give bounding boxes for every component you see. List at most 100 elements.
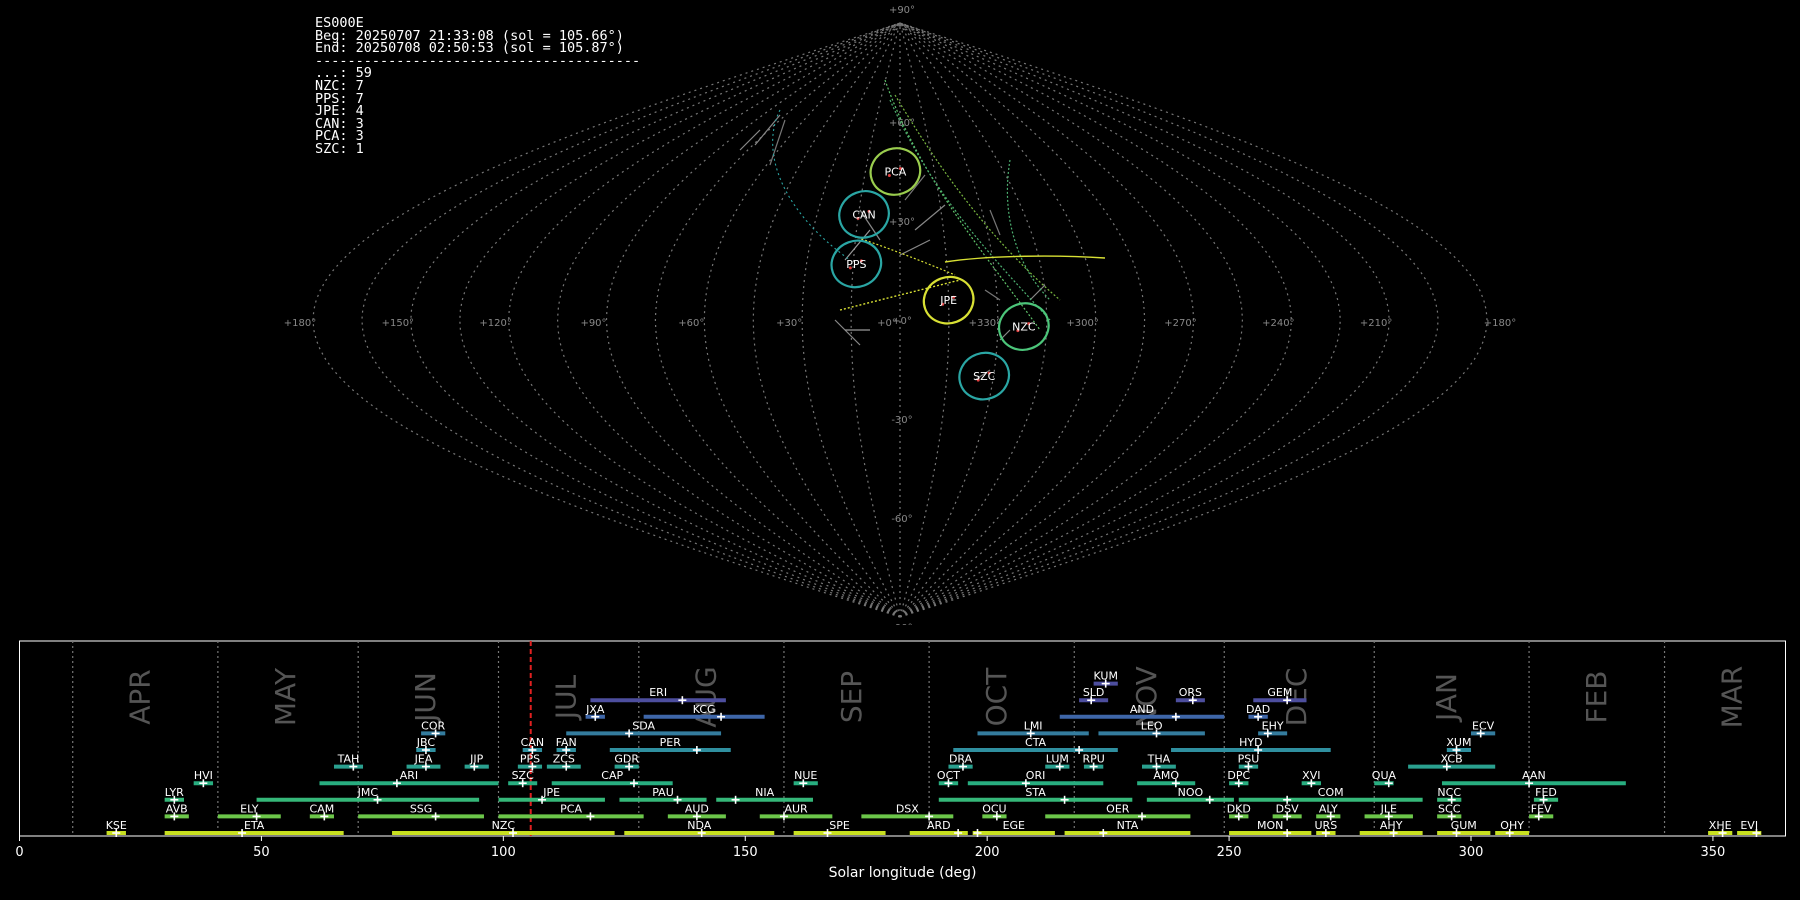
shower-bar-group: PSU [1238, 753, 1260, 771]
shower-bar-group: ALY [1316, 802, 1341, 821]
shower-label: PPS [520, 753, 540, 766]
radiant-group: PCA CAN PPS JPE NZC SZC [830, 147, 1050, 401]
month-label: JUN [409, 672, 442, 724]
meteor-track [914, 204, 946, 231]
shower-bar-group: CAN [521, 736, 544, 754]
shower-label: LYR [165, 786, 184, 799]
shower-bar-group: NUE [793, 769, 818, 788]
shower-label: SZC [512, 769, 535, 782]
shower-label: SDA [632, 719, 655, 732]
x-tick-label: 0 [15, 845, 23, 860]
x-tick-label: 200 [975, 845, 1000, 860]
shower-label: FED [1535, 786, 1557, 799]
shower-label: CAP [601, 769, 623, 782]
shower-label: ORS [1179, 686, 1202, 699]
shower-label: RPU [1082, 753, 1104, 766]
shower-label: ECV [1472, 719, 1495, 732]
shower-label: LEO [1141, 719, 1163, 732]
shower-bar-group: JXA [585, 703, 605, 721]
ra-tick-label: +30° [776, 318, 802, 329]
shower-label: JPE [542, 786, 560, 799]
shower-label: GDR [614, 753, 639, 766]
shower-bar-group: XUM [1446, 736, 1471, 754]
shower-label: NTA [1117, 819, 1139, 832]
shower-bar-group: XHE [1708, 819, 1733, 837]
shower-bar-group: PPS [517, 753, 543, 771]
ra-tick-label: +300° [1066, 318, 1098, 329]
shower-bar-group: LUM [1045, 753, 1070, 771]
shower-label: ERI [649, 686, 667, 699]
shower-label: PCA [560, 802, 582, 815]
shower-bar-group: FEV [1529, 802, 1554, 821]
shower-bar-group: EVI [1737, 819, 1762, 837]
shower-label: NDA [687, 819, 712, 832]
shower-label: HYD [1239, 736, 1262, 749]
shower-label: CAM [310, 802, 335, 815]
radiant-label: CAN [852, 208, 875, 221]
meteor-track [894, 94, 1061, 301]
shower-bar-group: EHY [1258, 719, 1288, 738]
radiant-label: NZC [1012, 321, 1036, 334]
month-label: APR [124, 669, 157, 725]
shower-label: QUA [1372, 769, 1397, 782]
shower-label: DSX [896, 802, 919, 815]
shower-label: NZC [492, 819, 516, 832]
shower-label: DKD [1227, 802, 1251, 815]
shower-label: JMC [357, 786, 379, 799]
shower-bar-group: DPC [1227, 769, 1250, 788]
x-tick-label: 150 [733, 845, 758, 860]
shower-label: PSU [1238, 753, 1260, 766]
ra-tick-label: +60° [678, 318, 704, 329]
shower-bar-group: GDR [614, 753, 639, 771]
shower-bar-group: DSV [1272, 802, 1302, 821]
shower-label: ORI [1026, 769, 1046, 782]
shower-label: SCC [1438, 802, 1461, 815]
shower-label: THA [1147, 753, 1171, 766]
meteor-track [899, 239, 931, 256]
shower-label: STA [1025, 786, 1046, 799]
shower-bar-group: XVI [1301, 769, 1322, 788]
month-label: JUL [549, 674, 582, 721]
shower-label: JIP [469, 753, 483, 766]
shower-label: DPC [1227, 769, 1250, 782]
shower-label: KSE [106, 819, 127, 832]
meteor-tracks [739, 79, 1106, 381]
x-axis-label: Solar longitude (deg) [829, 865, 977, 881]
shower-bar-group: ORS [1175, 686, 1205, 705]
shower-label: EGE [1003, 819, 1025, 832]
shower-label: DSV [1276, 802, 1299, 815]
ra-tick-label: +90° [580, 318, 606, 329]
shower-bar-group: RPU [1082, 753, 1105, 771]
shower-bar-group: HVI [193, 769, 214, 788]
shower-bar-group: LYR [164, 786, 184, 804]
shower-label: COR [421, 719, 445, 732]
shower-label: OHY [1500, 819, 1524, 832]
shower-label: AMO [1153, 769, 1179, 782]
month-label: SEP [835, 671, 868, 723]
meteor-track [772, 109, 851, 261]
shower-label: AUD [685, 802, 709, 815]
x-tick-label: 300 [1459, 845, 1484, 860]
shower-label: LMI [1024, 719, 1043, 732]
shower-label: DRA [949, 753, 973, 766]
ra-gridline [361, 22, 901, 618]
shower-label: OER [1106, 802, 1130, 815]
meteor-track [904, 174, 926, 201]
shower-bar-group: DAD [1246, 703, 1270, 721]
meteor-track [739, 129, 761, 151]
shower-label: CTA [1025, 736, 1047, 749]
meteor-track [989, 209, 1001, 236]
month-label: MAR [1715, 666, 1748, 729]
shower-bar-group: OCU [982, 802, 1007, 821]
shower-label: AHY [1380, 819, 1403, 832]
ra-tick-label: +180° [1484, 318, 1516, 329]
shower-timeline-chart: APR MAY JUN JUL AUG SEP OCT NOV DEC JAN FEB MARKUME… [15, 640, 1786, 881]
shower-label: SLD [1083, 686, 1105, 699]
shower-label: ZCS [553, 753, 575, 766]
meteor-track [944, 255, 1106, 263]
shower-bar-group: URS [1315, 819, 1337, 837]
shower-bar-group: ECV [1471, 719, 1496, 738]
shower-label: TAH [337, 753, 360, 766]
shower-label: AND [1130, 703, 1154, 716]
shower-label: KCG [693, 703, 716, 716]
